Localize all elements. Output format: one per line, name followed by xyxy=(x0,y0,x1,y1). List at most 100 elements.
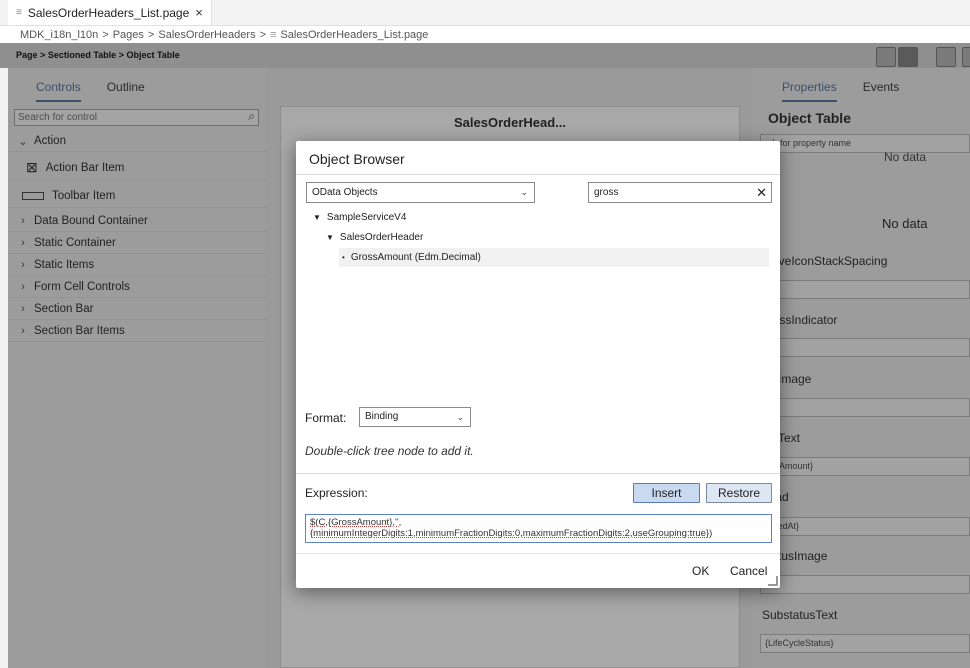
property-field[interactable]: eatedAt} xyxy=(760,517,970,536)
phone-view-icon[interactable] xyxy=(876,47,896,67)
clear-icon[interactable]: ✕ xyxy=(756,183,767,202)
property-label: serveIconStackSpacing xyxy=(762,254,888,268)
controls-panel: Controls Outline Search for control ⌕ ⌄ … xyxy=(8,68,267,668)
object-browser-dialog: Object Browser OData Objects ⌄ gross ✕ ▼… xyxy=(296,141,780,588)
hint-text: Double-click tree node to add it. xyxy=(305,444,474,458)
property-label: SubstatusText xyxy=(762,608,838,622)
property-field[interactable] xyxy=(760,398,970,417)
path-separator: > xyxy=(118,50,124,60)
control-toolbar-item[interactable]: Toolbar Item xyxy=(8,184,266,208)
group-label: Static Items xyxy=(34,259,95,271)
format-label: Format: xyxy=(305,411,347,425)
group-label: Section Bar Items xyxy=(34,325,125,337)
dialog-title: Object Browser xyxy=(309,151,405,167)
object-type-select[interactable]: OData Objects ⌄ xyxy=(306,182,535,203)
tree-node-property[interactable]: • GrossAmount (Edm.Decimal) xyxy=(339,248,769,267)
divider xyxy=(296,553,780,554)
property-field[interactable]: {LifeCycleStatus} xyxy=(760,634,970,653)
chevron-right-icon: > xyxy=(102,28,109,41)
tablet-view-icon[interactable] xyxy=(898,47,918,67)
ok-button[interactable]: OK xyxy=(692,564,709,578)
close-icon[interactable]: × xyxy=(195,5,203,20)
chevron-left-icon[interactable] xyxy=(936,47,956,67)
path-object-table[interactable]: Object Table xyxy=(126,50,179,60)
group-static-items[interactable]: › Static Items xyxy=(8,255,266,276)
editor-tab-bar: ≡ SalesOrderHeaders_List.page × xyxy=(0,0,970,26)
page-preview-title: SalesOrderHead... xyxy=(454,115,566,130)
no-data-text: No data xyxy=(884,150,927,164)
object-filter-input[interactable]: gross ✕ xyxy=(588,182,772,203)
group-label: Data Bound Container xyxy=(34,215,148,227)
property-field[interactable]: ossAmount} xyxy=(760,457,970,476)
caret-down-icon: ▼ xyxy=(326,233,334,242)
path-separator: > xyxy=(40,50,46,60)
file-lines-icon: ≡ xyxy=(16,7,22,18)
chevron-right-icon: › xyxy=(21,281,25,293)
group-static-container[interactable]: › Static Container xyxy=(8,233,266,254)
chevron-down-icon: ⌄ xyxy=(18,135,28,148)
format-value: Binding xyxy=(365,411,399,422)
action-bar-item-icon: ⊠ xyxy=(26,159,38,175)
group-section-bar-items[interactable]: › Section Bar Items xyxy=(8,321,266,342)
group-label: Action xyxy=(34,135,66,147)
chevron-right-icon: › xyxy=(21,215,25,227)
property-search-input[interactable]: rch for property name xyxy=(760,134,970,153)
panel-toggle-icon[interactable] xyxy=(962,47,970,67)
tab-controls[interactable]: Controls xyxy=(36,80,81,102)
tab-outline[interactable]: Outline xyxy=(107,80,145,102)
insert-button[interactable]: Insert xyxy=(633,483,700,503)
group-action[interactable]: ⌄ Action xyxy=(8,131,266,152)
breadcrumb-file[interactable]: SalesOrderHeaders_List.page xyxy=(280,29,428,41)
caret-down-icon: ▼ xyxy=(313,213,321,222)
file-lines-icon: ≡ xyxy=(270,28,277,41)
bullet-icon: • xyxy=(342,253,345,262)
format-select[interactable]: Binding ⌄ xyxy=(359,407,471,427)
restore-button[interactable]: Restore xyxy=(706,483,772,503)
control-action-bar-item[interactable]: ⊠ Action Bar Item xyxy=(8,156,266,180)
search-icon: ⌕ xyxy=(248,109,255,123)
control-label: Toolbar Item xyxy=(52,189,116,202)
object-type-value: OData Objects xyxy=(312,187,378,198)
property-field[interactable] xyxy=(760,575,970,594)
divider xyxy=(296,174,780,175)
chevron-right-icon: › xyxy=(21,303,25,315)
chevron-right-icon: › xyxy=(21,259,25,271)
object-filter-value: gross xyxy=(594,187,619,198)
breadcrumb-project[interactable]: MDK_i18n_l10n xyxy=(20,29,98,41)
group-label: Section Bar xyxy=(34,303,94,315)
no-data-text: No data xyxy=(882,216,928,231)
editor-tab[interactable]: ≡ SalesOrderHeaders_List.page × xyxy=(8,0,212,25)
group-section-bar[interactable]: › Section Bar xyxy=(8,299,266,320)
cancel-button[interactable]: Cancel xyxy=(730,564,767,578)
group-label: Form Cell Controls xyxy=(34,281,130,293)
chevron-right-icon: > xyxy=(147,28,155,41)
group-form-cell-controls[interactable]: › Form Cell Controls xyxy=(8,277,266,298)
breadcrumb-pages[interactable]: Pages xyxy=(113,29,144,41)
tree-node-label: SalesOrderHeader xyxy=(339,232,424,243)
breadcrumb-folder[interactable]: SalesOrderHeaders xyxy=(158,29,255,41)
path-page[interactable]: Page xyxy=(16,50,38,60)
expression-textarea[interactable]: $(C,{GrossAmount},'', {minimumIntegerDig… xyxy=(305,514,772,543)
group-data-bound-container[interactable]: › Data Bound Container xyxy=(8,211,266,232)
editor-tab-label: SalesOrderHeaders_List.page xyxy=(27,5,190,20)
expression-label: Expression: xyxy=(305,486,368,500)
properties-panel: Properties Events Object Table rch for p… xyxy=(752,68,970,668)
chevron-right-icon: › xyxy=(21,237,25,249)
divider xyxy=(296,473,780,474)
selection-path: Page > Sectioned Table > Object Table xyxy=(16,43,180,68)
chevron-right-icon: > xyxy=(259,28,267,41)
tab-events[interactable]: Events xyxy=(863,80,900,102)
chevron-down-icon: ⌄ xyxy=(456,412,464,422)
path-sectioned-table[interactable]: Sectioned Table xyxy=(48,50,116,60)
resize-grip-icon[interactable] xyxy=(768,576,778,586)
chevron-right-icon: › xyxy=(21,325,25,337)
tree-node-entity[interactable]: ▼ SalesOrderHeader xyxy=(326,232,423,243)
control-label: Action Bar Item xyxy=(45,161,125,174)
property-field[interactable]: e xyxy=(760,280,970,299)
property-field[interactable] xyxy=(760,338,970,357)
control-search-input[interactable]: Search for control ⌕ xyxy=(14,109,259,126)
tab-properties[interactable]: Properties xyxy=(782,80,837,102)
group-label: Static Container xyxy=(34,237,116,249)
tree-node-service[interactable]: ▼ SampleServiceV4 xyxy=(313,212,406,223)
tree-node-label: GrossAmount (Edm.Decimal) xyxy=(350,252,481,263)
